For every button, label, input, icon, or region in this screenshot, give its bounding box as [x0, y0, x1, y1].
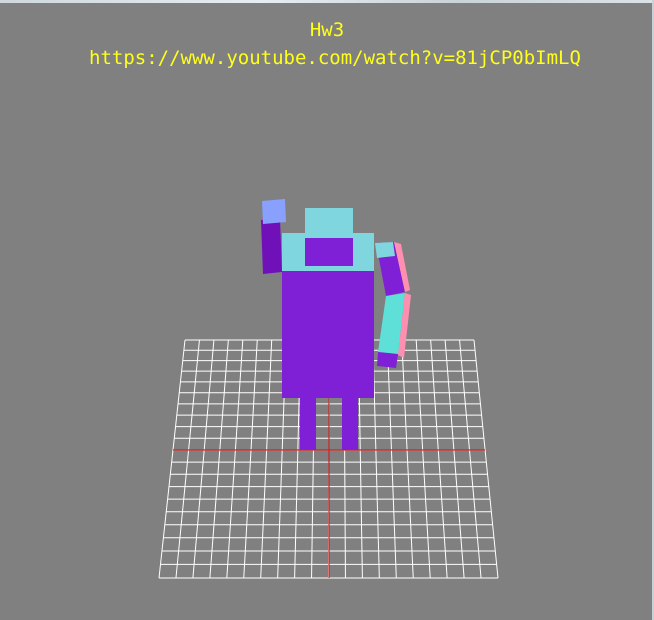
grid-column-line	[260, 339, 273, 579]
robot-right-leg	[342, 395, 358, 450]
grid-column-line	[430, 339, 448, 579]
grid-column-line	[386, 339, 397, 579]
robot-left-leg	[300, 395, 316, 450]
robot-left-hand	[262, 199, 286, 224]
grid-column-line	[243, 339, 258, 579]
grid-column-line	[209, 339, 229, 579]
robot-torso	[282, 266, 374, 398]
3d-viewport[interactable]: Hw3 https://www.youtube.com/watch?v=81jC…	[0, 0, 654, 620]
robot-right-shoulder-cap	[375, 242, 395, 258]
robot-left-arm	[261, 218, 282, 274]
grid-column-line	[444, 339, 465, 579]
grid-column-line	[401, 339, 414, 579]
robot-right-hand	[377, 352, 398, 368]
grid-column-line	[158, 339, 186, 579]
robot-neck-panel	[305, 238, 353, 266]
grid-column-line	[415, 339, 431, 579]
scene-canvas	[158, 199, 499, 579]
grid-column-line	[226, 339, 244, 579]
